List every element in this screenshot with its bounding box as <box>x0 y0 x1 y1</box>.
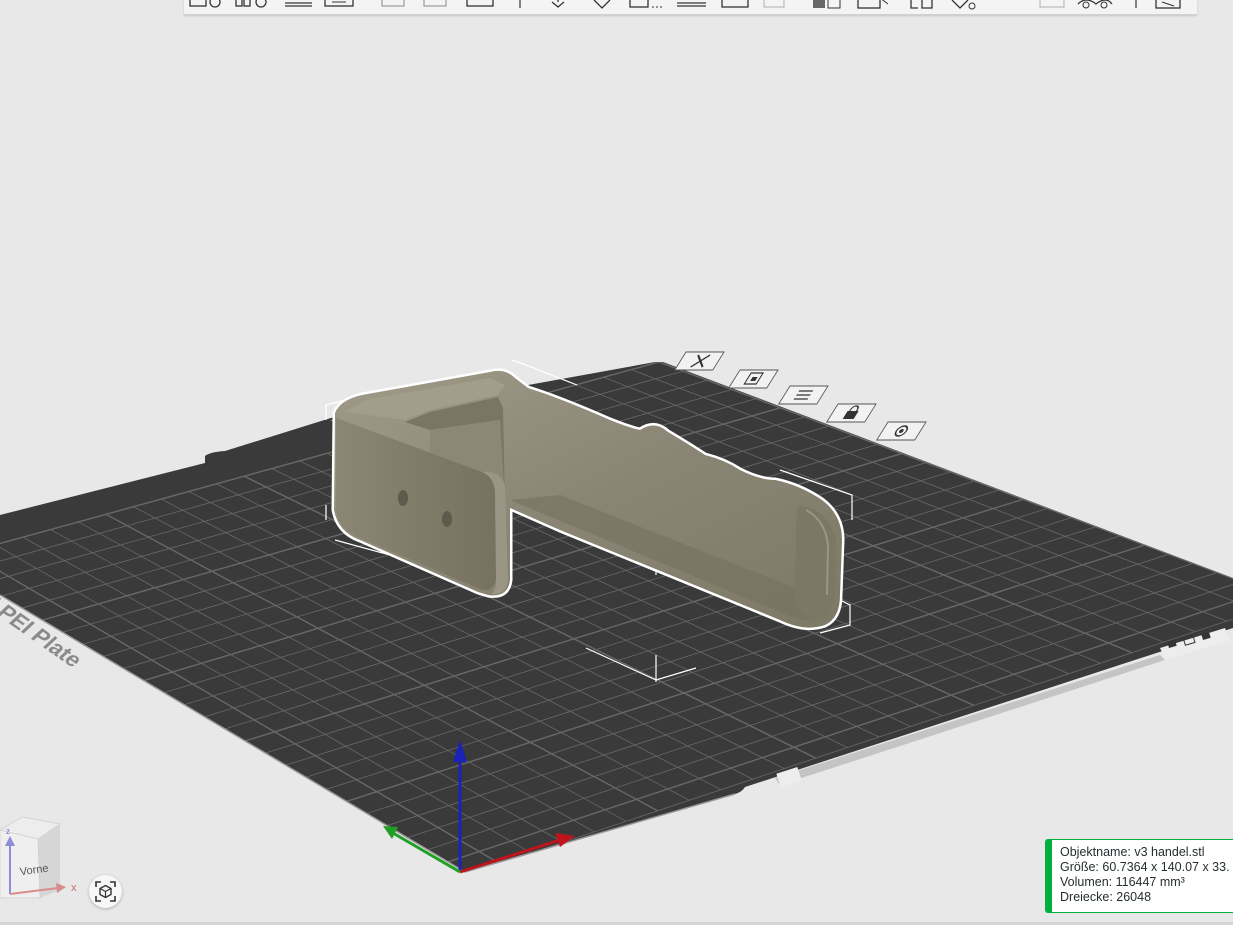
view-cube[interactable]: z x Vorne <box>0 812 90 907</box>
add-plate-icon[interactable] <box>234 0 267 10</box>
move-icon[interactable] <box>514 0 534 10</box>
object-volume: Volumen: 116447 mm³ <box>1060 875 1185 889</box>
fit-view-icon <box>95 881 116 902</box>
svg-icon[interactable] <box>948 0 976 10</box>
orient-icon[interactable] <box>324 0 354 10</box>
split-objects-icon[interactable] <box>380 0 405 10</box>
3d-viewport[interactable]: Bambu Textured PEI Plate <box>0 0 1233 925</box>
arrange-plate-icon[interactable] <box>727 369 779 389</box>
screw-hole <box>398 490 408 506</box>
object-name: Objektname: v3 handel.stl <box>1060 845 1205 859</box>
arrange-icon[interactable] <box>284 0 312 10</box>
scene-canvas[interactable]: Bambu Textured PEI Plate <box>0 0 1233 925</box>
object-size: Größe: 60.7364 x 140.07 x 33. <box>1060 860 1230 874</box>
measure-icon[interactable] <box>856 0 889 10</box>
text-icon[interactable] <box>908 0 933 10</box>
lock-plate-icon[interactable] <box>825 403 877 423</box>
view-cube-axis-z: z <box>6 827 10 836</box>
cut-icon[interactable] <box>676 0 706 10</box>
object-triangles: Dreiecke: 26048 <box>1060 890 1152 904</box>
view-cube-axis-x: x <box>71 882 77 894</box>
split-parts-icon[interactable] <box>422 0 447 10</box>
view-icon[interactable] <box>1076 0 1113 10</box>
rotate-icon[interactable] <box>546 0 566 10</box>
screw-hole <box>442 511 452 527</box>
seam-paint-icon[interactable] <box>762 0 785 10</box>
help-icon[interactable] <box>1130 0 1150 10</box>
plate-settings-icon[interactable] <box>777 385 829 405</box>
object-info-panel: Objektname: v3 handel.stl Größe: 60.7364… <box>1045 839 1233 913</box>
lay-on-face-icon[interactable] <box>628 0 662 10</box>
mesh-boolean-icon[interactable] <box>812 0 841 10</box>
main-toolbar <box>184 0 1197 15</box>
support-paint-icon[interactable] <box>720 0 749 10</box>
delete-plate-icon[interactable] <box>673 351 725 371</box>
fit-view-button[interactable] <box>89 875 122 908</box>
assembly-icon[interactable] <box>1038 0 1065 10</box>
scale-icon[interactable] <box>590 0 611 10</box>
add-icon[interactable] <box>188 0 221 10</box>
plate-options-icon[interactable] <box>875 421 927 441</box>
settings-icon[interactable] <box>1154 0 1181 10</box>
layers-icon[interactable] <box>466 0 494 10</box>
